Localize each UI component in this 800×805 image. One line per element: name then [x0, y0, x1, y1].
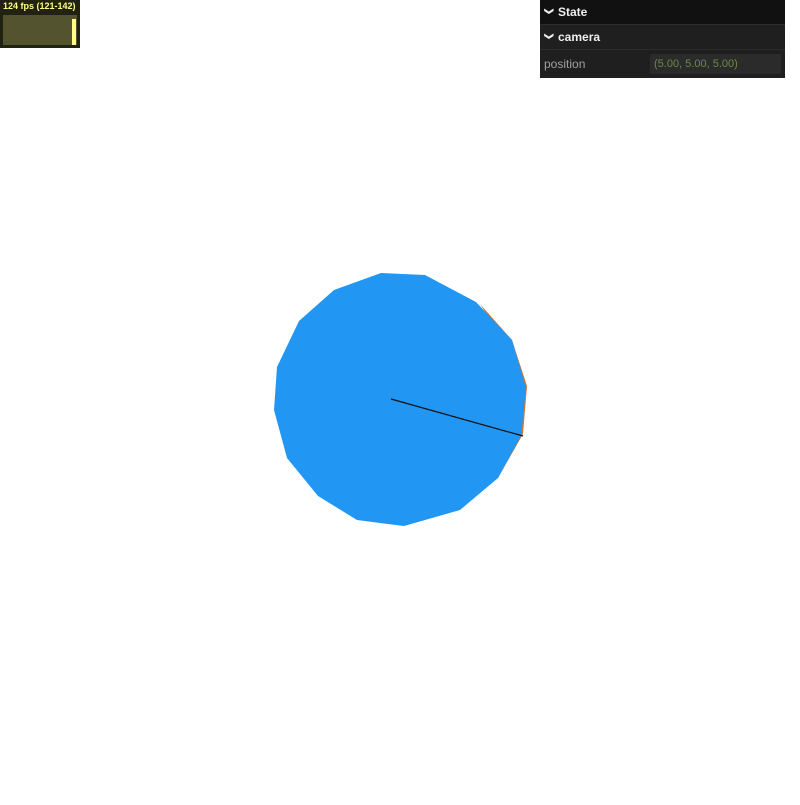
fps-graph	[3, 15, 77, 45]
chevron-down-icon: ❯	[544, 32, 555, 40]
position-field[interactable]: (5.00, 5.00, 5.00)	[650, 54, 781, 74]
render-canvas[interactable]	[0, 0, 800, 800]
disc-face	[274, 273, 526, 526]
position-label: position	[544, 57, 586, 71]
fps-bar	[72, 19, 76, 45]
camera-folder-row[interactable]: ❯ camera	[540, 25, 785, 50]
chevron-down-icon: ❯	[544, 7, 555, 15]
fps-label: 124 fps (121-142)	[3, 1, 76, 11]
gui-title: State	[558, 5, 588, 19]
fps-stats-panel[interactable]: 124 fps (121-142)	[0, 0, 80, 48]
camera-folder-label: camera	[558, 30, 601, 44]
gui-title-row[interactable]: ❯ State	[540, 0, 785, 25]
gui-panel: ❯ State ❯ camera position (5.00, 5.00, 5…	[540, 0, 785, 78]
scene-svg	[274, 273, 527, 526]
position-property-row: position (5.00, 5.00, 5.00)	[540, 50, 785, 78]
